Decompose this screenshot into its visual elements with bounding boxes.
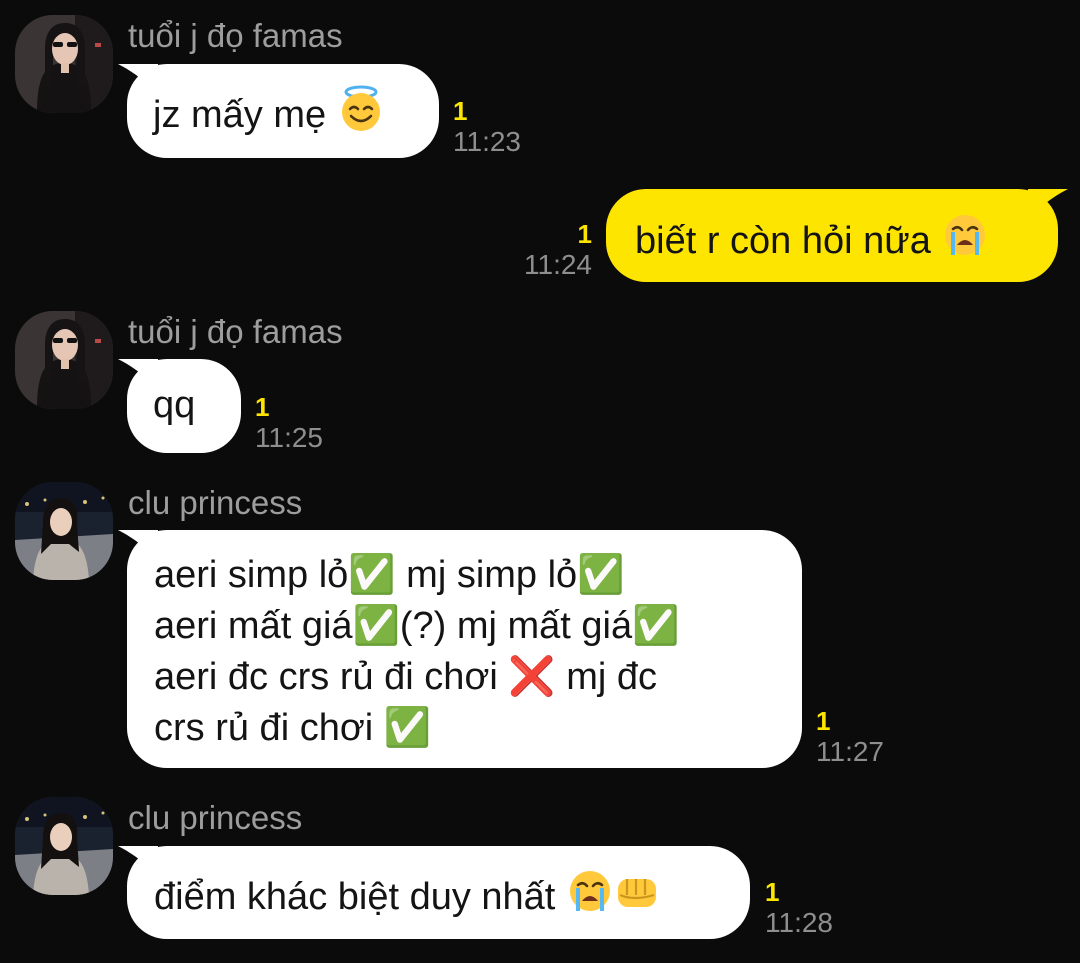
loudly-crying-face-icon [941, 211, 989, 273]
timestamp: 11:25 [255, 422, 323, 453]
bubble-tail-icon [118, 530, 158, 560]
bubble-tail-icon [118, 359, 158, 389]
timestamp: 11:28 [765, 907, 833, 938]
message-bubble[interactable]: jz mấy mẹ [118, 64, 439, 158]
unread-count: 1 [816, 706, 831, 736]
unread-count: 1 [453, 96, 468, 126]
smiling-face-with-halo-icon [337, 85, 385, 147]
avatar[interactable] [15, 797, 113, 895]
chat-thread: tuổi j đọ famas jz mấy mẹ 1 11:23 1 11:2… [0, 0, 1080, 963]
sender-name: clu princess [128, 484, 303, 521]
message-meta: 1 11:24 [520, 219, 592, 281]
profile-photo-icon [15, 797, 113, 895]
message-bubble[interactable]: điểm khác biệt duy nhất [118, 846, 750, 939]
timestamp: 11:24 [524, 249, 592, 280]
unread-count: 1 [255, 392, 270, 422]
message-bubble[interactable]: aeri simp lỏ✅ mj simp lỏ✅ aeri mất giá✅(… [118, 530, 802, 768]
sender-name: tuổi j đọ famas [128, 313, 343, 350]
message-meta: 1 11:27 [816, 706, 884, 768]
unread-count: 1 [577, 219, 592, 249]
avatar[interactable] [15, 311, 113, 409]
message-line: aeri đc crs rủ đi chơi ❌ mj đc [154, 656, 658, 698]
message-meta: 1 11:25 [255, 392, 323, 454]
message-bubble[interactable]: qq [118, 359, 241, 453]
bubble-tail-icon [118, 64, 158, 94]
unread-count: 1 [765, 877, 780, 907]
message-meta: 1 11:23 [453, 96, 521, 158]
message-line: aeri simp lỏ✅ mj simp lỏ✅ [154, 554, 625, 596]
profile-photo-icon [15, 15, 113, 113]
message-text: qq [153, 384, 196, 426]
oncoming-fist-icon [614, 869, 660, 929]
message-meta: 1 11:28 [765, 877, 833, 939]
message-line: crs rủ đi chơi ✅ [154, 707, 432, 749]
message-line: aeri mất giá✅(?) mj mất giá✅ [154, 605, 680, 647]
message-bubble[interactable]: biết r còn hỏi nữa [606, 189, 1068, 282]
message-text: jz mấy mẹ [153, 94, 327, 136]
avatar[interactable] [15, 482, 113, 580]
avatar[interactable] [15, 15, 113, 113]
sender-name: clu princess [128, 799, 303, 836]
message-text: biết r còn hỏi nữa [635, 220, 931, 262]
profile-photo-icon [15, 482, 113, 580]
loudly-crying-face-icon [566, 867, 614, 929]
profile-photo-icon [15, 311, 113, 409]
message-text: điểm khác biệt duy nhất [154, 876, 556, 918]
timestamp: 11:23 [453, 126, 521, 157]
sender-name: tuổi j đọ famas [128, 17, 343, 54]
timestamp: 11:27 [816, 736, 884, 767]
bubble-tail-icon [118, 846, 158, 876]
